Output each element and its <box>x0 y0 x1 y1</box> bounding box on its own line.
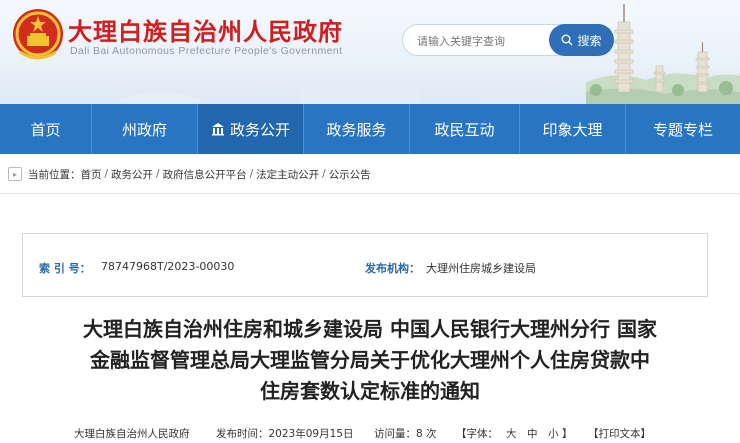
nav-item-government-affairs-disclosure[interactable]: 政务公开 <box>198 104 304 154</box>
font-size-prefix: 【字体： <box>456 428 498 440</box>
document-info-box: 索 引 号： 78747968T/2023-00030 发布机构： 大理州住房城… <box>22 233 708 297</box>
publish-time: 发布时间：2023年09月15日 <box>216 428 354 440</box>
nav-item-label: 政务服务 <box>326 120 387 139</box>
nav-item-label: 首页 <box>30 120 61 139</box>
breadcrumb-separator: / <box>104 168 109 180</box>
search-input[interactable] <box>417 31 547 51</box>
nav-item-label: 印象大理 <box>542 120 603 139</box>
print-text-button[interactable]: 【打印文本】 <box>588 426 651 441</box>
font-size-small-button[interactable]: 小 <box>548 426 559 441</box>
breadcrumb-separator: / <box>249 168 254 180</box>
nav-item-label: 州政府 <box>121 120 167 139</box>
nav-item-government-services[interactable]: 政务服务 <box>304 104 410 154</box>
nav-item-public-interaction[interactable]: 政民互动 <box>410 104 520 154</box>
breadcrumb-link[interactable]: 政府信息公开平台 <box>163 167 247 182</box>
breadcrumb-link[interactable]: 公示公告 <box>329 167 371 182</box>
breadcrumb-prefix: 当前位置： <box>28 168 81 181</box>
nav-item-impression-dali[interactable]: 印象大理 <box>520 104 626 154</box>
divider <box>0 193 740 194</box>
nav-item-label: 政务公开 <box>229 120 290 139</box>
article-title-line: 大理白族自治州住房和城乡建设局 中国人民银行大理州分行 国家 <box>83 317 657 341</box>
article-meta: 大理白族自治州人民政府 发布时间：2023年09月15日 访问量：8 次 【字体… <box>0 424 740 442</box>
nav-item-special-topics[interactable]: 专题专栏 <box>626 104 740 154</box>
article-title-line: 住房套数认定标准的通知 <box>260 379 480 403</box>
nav-item-label: 专题专栏 <box>652 120 713 139</box>
publisher-label: 发布机构： <box>365 262 420 275</box>
nav-item-home[interactable]: 首页 <box>0 104 92 154</box>
publisher-value: 大理州住房城乡建设局 <box>426 262 536 275</box>
building-icon <box>211 123 224 136</box>
font-size-large-button[interactable]: 大 <box>506 426 517 441</box>
nav-item-label: 政民互动 <box>434 120 495 139</box>
article-title: 大理白族自治州住房和城乡建设局 中国人民银行大理州分行 国家 金融监督管理总局大… <box>20 314 720 407</box>
breadcrumb-link[interactable]: 政务公开 <box>111 167 153 182</box>
view-count: 访问量：8 次 <box>374 428 437 440</box>
article-title-line: 金融监督管理总局大理监管分局关于优化大理州个人住房贷款中 <box>90 348 650 372</box>
site-header: 大理白族自治州人民政府 Dali Bai Autonomous Prefectu… <box>0 0 740 104</box>
article-source: 大理白族自治州人民政府 <box>74 428 190 440</box>
breadcrumb-separator: / <box>156 168 160 180</box>
search-icon <box>561 34 573 46</box>
nav-item-prefecture-government[interactable]: 州政府 <box>92 104 198 154</box>
breadcrumb-separator: / <box>322 168 326 180</box>
national-emblem-icon <box>13 9 63 60</box>
index-number-value: 78747968T/2023-00030 <box>101 260 235 273</box>
breadcrumb-link[interactable]: 法定主动公开 <box>256 167 319 182</box>
breadcrumb: ▸ 当前位置： 首页 / 政务公开 / 政府信息公开平台 / 法定主动公开 / … <box>0 163 740 185</box>
font-size-medium-button[interactable]: 中 <box>527 426 538 441</box>
site-title[interactable]: 大理白族自治州人民政府 <box>68 12 343 47</box>
font-size-suffix: 】 <box>562 428 573 440</box>
breadcrumb-link[interactable]: 首页 <box>81 167 102 182</box>
main-nav: 首页 州政府 政务公开 政务服务 政民互动 印象大理 专题专栏 <box>0 104 740 154</box>
index-number-label: 索 引 号： <box>39 262 91 275</box>
site-subtitle: Dali Bai Autonomous Prefecture People's … <box>70 45 343 57</box>
chevron-right-icon: ▸ <box>8 167 22 181</box>
pagoda-illustration <box>586 4 740 104</box>
